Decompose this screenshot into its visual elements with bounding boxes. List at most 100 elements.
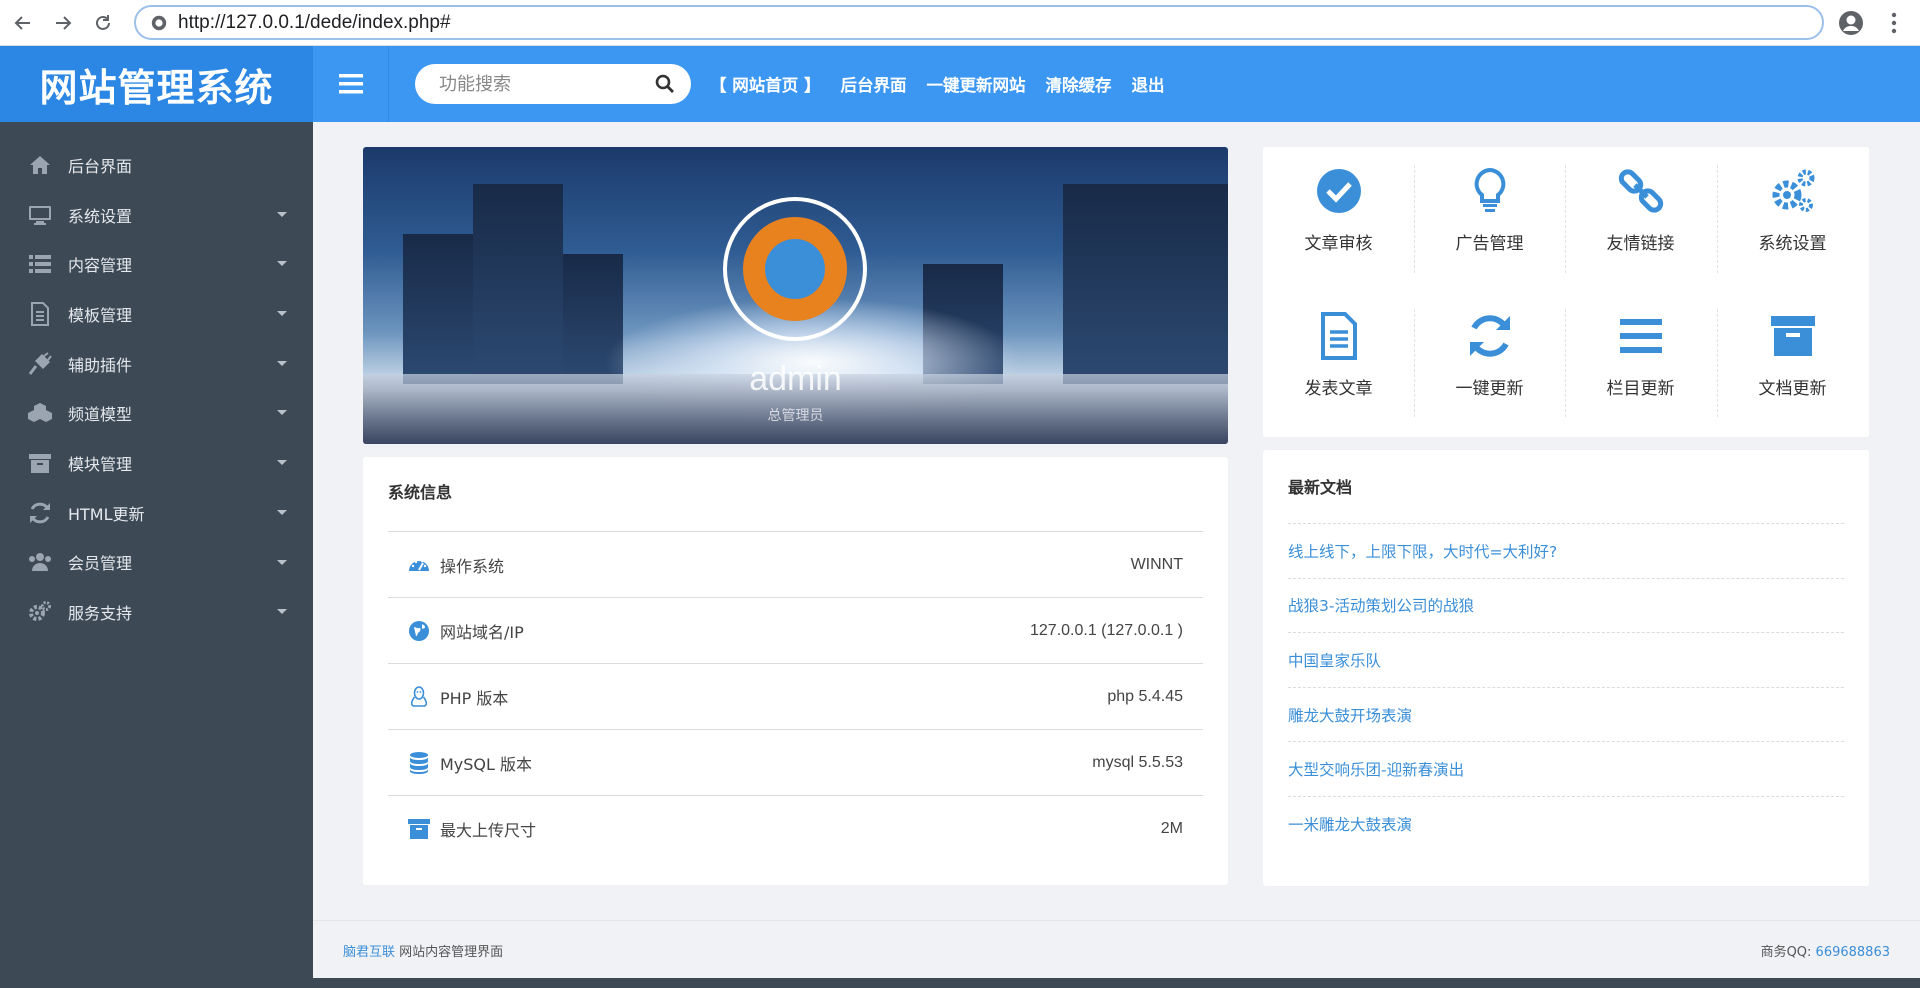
sidebar-item-system-settings[interactable]: 系统设置 [0,190,313,240]
caret-down-icon [277,609,287,615]
quick-system-settings[interactable]: 系统设置 [1717,147,1868,292]
sidebar-item-label: 模板管理 [68,305,133,325]
sidebar-item-members[interactable]: 会员管理 [0,538,313,588]
caret-down-icon [277,211,287,217]
document-link[interactable]: 战狼3-活动策划公司的战狼 [1288,594,1474,616]
dashboard-icon [406,552,432,578]
top-nav: 【 网站首页 】 后台界面 一键更新网站 清除缓存 退出 [710,46,1185,122]
quick-friend-links[interactable]: 友情链接 [1565,147,1716,292]
caret-down-icon [277,509,287,515]
banner-role: 总管理员 [767,408,824,424]
top-link-backend[interactable]: 后台界面 [841,72,907,96]
table-row: 操作系统 WINNT [388,532,1203,598]
sidebar-toggle-button[interactable] [313,46,389,122]
site-info-icon[interactable] [150,14,168,32]
quick-label: 系统设置 [1758,234,1827,254]
link-icon [1618,169,1663,213]
caret-down-icon [277,559,287,565]
top-link-clear-cache[interactable]: 清除缓存 [1046,72,1112,96]
back-button[interactable] [6,6,40,40]
footer-brand-link[interactable]: 脑君互联 [343,945,395,960]
info-label: 操作系统 [440,556,505,576]
check-circle-icon [1316,169,1361,213]
reload-button[interactable] [86,6,120,40]
quick-label: 发表文章 [1304,379,1373,399]
hamburger-icon [338,74,363,94]
sidebar-item-label: 服务支持 [68,604,133,624]
user-banner: admin 总管理员 [363,147,1228,444]
cogs-icon [1772,169,1814,212]
list-item: 战狼3-活动策划公司的战狼 [1288,579,1844,634]
quick-one-click-update[interactable]: 一键更新 [1414,292,1565,437]
quick-label: 栏目更新 [1606,379,1675,399]
archive-icon [406,816,432,842]
list-item: 一米雕龙大鼓表演 [1288,797,1844,852]
search-icon[interactable] [655,74,675,94]
info-label: 网站域名/IP [440,622,524,642]
home-icon [26,151,54,179]
quick-label: 文章审核 [1304,234,1373,254]
quick-article-review[interactable]: 文章审核 [1263,147,1414,292]
info-value: mysql 5.5.53 [1092,753,1183,771]
lightbulb-icon [1474,167,1505,212]
caret-down-icon [277,410,287,416]
quick-document-update[interactable]: 文档更新 [1717,292,1868,437]
top-link-home[interactable]: 【 网站首页 】 [710,72,821,96]
avatar[interactable] [723,197,867,341]
caret-down-icon [277,360,287,366]
list-item: 雕龙大鼓开场表演 [1288,688,1844,743]
panel-title: 系统信息 [388,483,453,502]
cogs-icon [26,598,54,626]
archive-icon [26,449,54,477]
arrow-left-icon [14,15,30,30]
sidebar-item-content[interactable]: 内容管理 [0,239,313,289]
sidebar-item-label: HTML更新 [68,504,145,524]
refresh-icon [26,499,54,527]
logo[interactable]: 网站管理系统 [0,46,313,122]
table-row: PHP 版本 php 5.4.45 [388,664,1203,730]
top-link-update-site[interactable]: 一键更新网站 [927,72,1026,96]
sidebar-item-backend[interactable]: 后台界面 [0,140,313,190]
sidebar-item-plugins[interactable]: 辅助插件 [0,339,313,389]
forward-button[interactable] [46,6,80,40]
top-link-logout[interactable]: 退出 [1132,72,1165,96]
list-item: 线上线下，上限下限，大时代=大利好? [1288,524,1844,579]
archive-icon [1770,316,1815,356]
info-value: 2M [1160,820,1183,837]
browser-toolbar: http://127.0.0.1/dede/index.php# [0,0,1920,46]
sidebar-item-templates[interactable]: 模板管理 [0,289,313,339]
url-text[interactable]: http://127.0.0.1/dede/index.php# [178,12,451,34]
sidebar-item-modules[interactable]: 模块管理 [0,438,313,488]
footer: 脑君互联 网站内容管理界面 商务QQ: 669688863 [313,920,1920,978]
address-bar[interactable]: http://127.0.0.1/dede/index.php# [134,5,1824,40]
table-row: 网站域名/IP 127.0.0.1 (127.0.0.1 ) [388,598,1203,664]
document-list: 线上线下，上限下限，大时代=大利好? 战狼3-活动策划公司的战狼 中国皇家乐队 … [1288,523,1844,852]
quick-label: 一键更新 [1455,379,1524,399]
database-icon [406,750,432,776]
document-link[interactable]: 一米雕龙大鼓表演 [1288,813,1412,835]
sidebar-item-label: 内容管理 [68,256,133,276]
footer-right: 商务QQ: 669688863 [1761,941,1890,960]
document-link[interactable]: 雕龙大鼓开场表演 [1288,704,1412,726]
list-item: 中国皇家乐队 [1288,633,1844,688]
logo-text: 网站管理系统 [39,65,274,110]
list-item: 大型交响乐团-迎新春演出 [1288,742,1844,797]
document-link[interactable]: 线上线下，上限下限，大时代=大利好? [1288,540,1557,562]
quick-column-update[interactable]: 栏目更新 [1565,292,1716,437]
main-content: admin 总管理员 文章审核 广告管理 友情链接 系统设置 发表文章 一键更新… [313,122,1920,988]
reload-icon [96,14,110,30]
system-info-table: 操作系统 WINNT 网站域名/IP 127.0.0.1 (127.0.0.1 … [388,531,1203,862]
sidebar-item-support[interactable]: 服务支持 [0,587,313,637]
profile-icon[interactable] [1838,10,1864,36]
sidebar-item-html-update[interactable]: HTML更新 [0,488,313,538]
arrow-right-icon [56,15,72,30]
qq-number-link[interactable]: 669688863 [1816,945,1890,960]
document-link[interactable]: 中国皇家乐队 [1288,649,1381,671]
quick-ad-management[interactable]: 广告管理 [1414,147,1565,292]
app-header: 网站管理系统 【 网站首页 】 后台界面 一键更新网站 清除缓存 退出 [0,46,1920,122]
document-link[interactable]: 大型交响乐团-迎新春演出 [1288,758,1464,780]
more-menu-icon[interactable] [1890,12,1898,34]
search-input[interactable] [439,73,659,95]
sidebar-item-channel-models[interactable]: 频道模型 [0,388,313,438]
quick-publish-article[interactable]: 发表文章 [1263,292,1414,437]
